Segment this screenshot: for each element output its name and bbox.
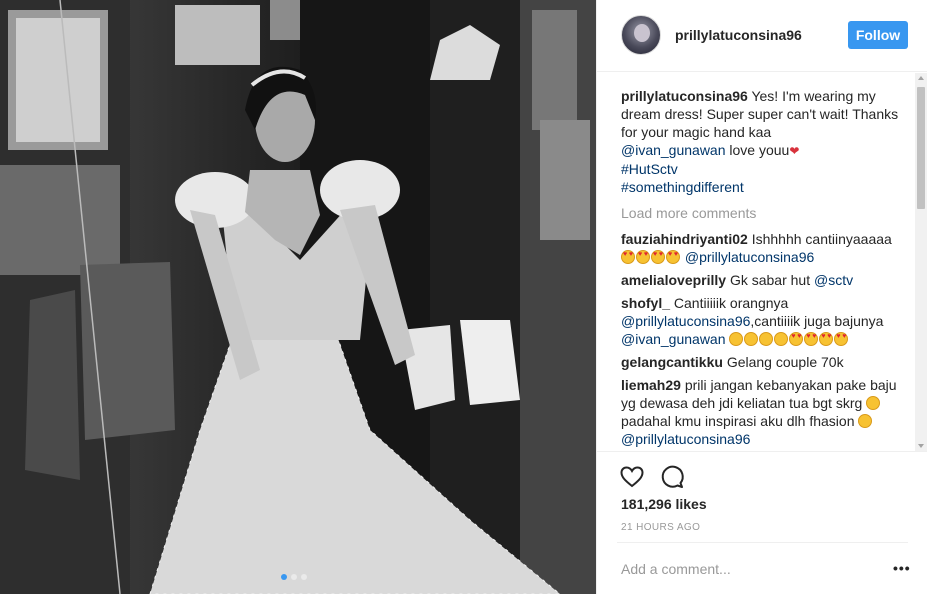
load-more-comments-button[interactable]: Load more comments (621, 204, 910, 222)
carousel-indicator (281, 574, 307, 580)
comment-username[interactable]: shofyl_ (621, 295, 670, 311)
comment-mention[interactable]: @sctv (814, 272, 853, 288)
likes-count[interactable]: 181,296 likes (621, 496, 707, 512)
add-comment-input[interactable] (621, 560, 871, 578)
hashtag-link[interactable]: #HutSctv (621, 161, 678, 177)
post-side-panel: prillylatuconsina96 Follow prillylatucon… (596, 0, 927, 594)
avatar[interactable] (621, 15, 661, 55)
hashtag-link[interactable]: #somethingdifferent (621, 179, 744, 195)
caption-mention[interactable]: @ivan_gunawan (621, 142, 726, 158)
post-actions (597, 451, 927, 493)
comment-mention[interactable]: @prillylatuconsina96 (685, 249, 814, 265)
comment-mention[interactable]: @prillylatuconsina96 (621, 313, 750, 329)
scroll-down-arrow-icon[interactable] (918, 444, 924, 448)
comment-item: gelangcantikku Gelang couple 70k (621, 353, 910, 371)
sad-face-emoji-icon (866, 396, 881, 410)
comment-item: liemah29 prili jangan kebanyakan pake ba… (621, 376, 910, 448)
comment-text: Cantiiiiik orangnya (673, 295, 789, 311)
comment-text-2: ,cantiiiik juga bajunya (750, 313, 884, 329)
comment-bubble-icon[interactable] (659, 464, 685, 490)
carousel-dot[interactable] (291, 574, 297, 580)
smile-emoji-icon (858, 414, 873, 428)
post-photo[interactable] (0, 0, 596, 594)
comments-scrollbar[interactable] (915, 73, 927, 451)
carousel-dot[interactable] (281, 574, 287, 580)
carousel-dot[interactable] (301, 574, 307, 580)
more-options-button[interactable]: ••• (893, 561, 911, 575)
comment-mention[interactable]: @ivan_gunawan (621, 331, 726, 347)
comment-item: shofyl_ Cantiiiiik orangnya @prillylatuc… (621, 294, 910, 348)
comment-text: Gelang couple 70k (726, 354, 844, 370)
heart-icon[interactable] (619, 464, 645, 490)
comment-text: Gk sabar hut (729, 272, 811, 288)
heart-eyes-emoji-icon (621, 249, 681, 265)
header-username[interactable]: prillylatuconsina96 (675, 27, 802, 43)
scroll-thumb[interactable] (917, 87, 925, 209)
caption-text-2: love youu (729, 142, 790, 158)
comment-username[interactable]: liemah29 (621, 377, 681, 393)
comment-username[interactable]: fauziahindriyanti02 (621, 231, 748, 247)
comment-item: amelialoveprilly Gk sabar hut @sctv (621, 271, 910, 289)
comment-username[interactable]: amelialoveprilly (621, 272, 726, 288)
follow-button[interactable]: Follow (848, 21, 908, 49)
post-caption: prillylatuconsina96 Yes! I'm wearing my … (621, 87, 910, 196)
comment-username[interactable]: gelangcantikku (621, 354, 723, 370)
comment-item: fauziahindriyanti02 Ishhhhh cantiinyaaaa… (621, 230, 910, 266)
add-comment-bar: ••• (617, 542, 911, 594)
caption-username[interactable]: prillylatuconsina96 (621, 88, 748, 104)
comment-mention[interactable]: @prillylatuconsina96 (621, 431, 750, 447)
post-header: prillylatuconsina96 Follow (597, 0, 927, 72)
scroll-up-arrow-icon[interactable] (918, 76, 924, 80)
comment-text-2: padahal kmu inspirasi aku dlh fhasion (621, 413, 855, 429)
emoji-row-icon (729, 331, 849, 347)
heart-emoji-icon: ❤ (789, 144, 800, 158)
comments-list: prillylatuconsina96 Yes! I'm wearing my … (597, 73, 910, 451)
photo-illustration (0, 0, 596, 594)
comment-text: Ishhhhh cantiinyaaaaa (751, 231, 892, 247)
post-timestamp[interactable]: 21 HOURS AGO (621, 522, 700, 533)
